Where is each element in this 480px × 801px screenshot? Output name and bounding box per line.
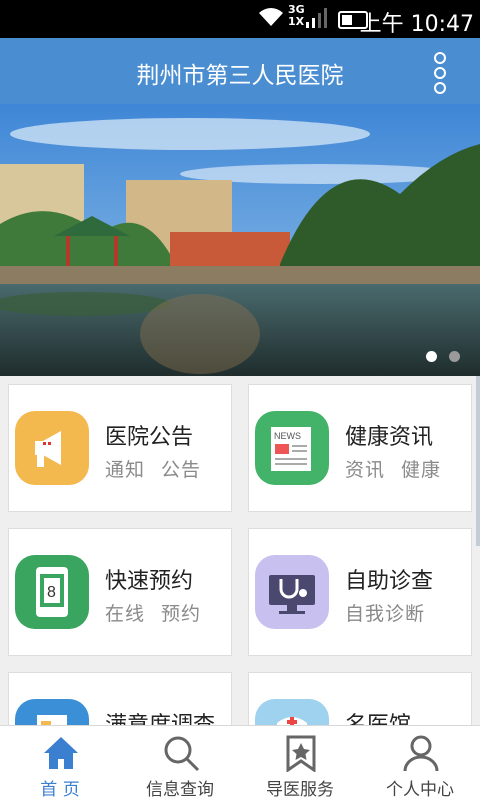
card-title: 医院公告 [105,425,194,450]
card-self-diagnosis[interactable]: 自助诊查 自我诊断 [248,528,472,656]
card-title: 自助诊查 [345,569,434,594]
carousel-dot[interactable] [426,351,437,362]
card-title: 健康资讯 [345,425,434,450]
megaphone-icon [15,411,89,485]
signal-icon [306,8,327,28]
more-options-icon[interactable] [434,52,446,94]
tab-label: 信息查询 [146,780,214,800]
card-subtitle: 在线 预约 [105,603,202,625]
status-time: 上午 10:47 [359,12,474,37]
banner-carousel[interactable] [0,104,480,376]
network-indicator: 3G 1X [288,3,305,28]
carousel-indicator [414,347,460,366]
status-bar: 3G 1X 上午 10:47 [0,0,480,38]
bottom-tab-bar: 首 页 信息查询 导医服务 个人中心 [0,725,480,801]
home-icon [44,737,78,769]
search-icon [164,736,200,772]
app-header: 荆州市第三人民医院 [0,38,480,104]
phone-icon: 8 [15,555,89,629]
card-subtitle: 通知 公告 [105,459,202,481]
banner-image [0,104,480,376]
wifi-icon [259,8,283,26]
stethoscope-icon [255,555,329,629]
tab-label: 导医服务 [266,780,334,800]
svg-text:8: 8 [47,584,56,601]
tab-personal-center[interactable]: 个人中心 [360,726,480,801]
tab-home[interactable]: 首 页 [0,726,120,801]
svg-text:NEWS: NEWS [274,431,301,441]
tab-guide-service[interactable]: 导医服务 [240,726,360,801]
user-icon [403,735,439,772]
card-quick-appointment[interactable]: 8 快速预约 在线 预约 [8,528,232,656]
page-title: 荆州市第三人民医院 [136,63,344,89]
card-hospital-notice[interactable]: 医院公告 通知 公告 [8,384,232,512]
tab-label: 个人中心 [386,780,454,800]
card-subtitle: 资讯 健康 [345,459,442,481]
bookmark-star-icon [286,735,316,772]
card-subtitle: 自我诊断 [345,603,426,625]
card-title: 快速预约 [105,569,194,594]
scrollbar[interactable] [476,376,480,546]
tab-info-query[interactable]: 信息查询 [120,726,240,801]
carousel-dot[interactable] [449,351,460,362]
tab-label: 首 页 [40,780,80,800]
card-health-news[interactable]: NEWS 健康资讯 资讯 健康 [248,384,472,512]
newspaper-icon: NEWS [255,411,329,485]
